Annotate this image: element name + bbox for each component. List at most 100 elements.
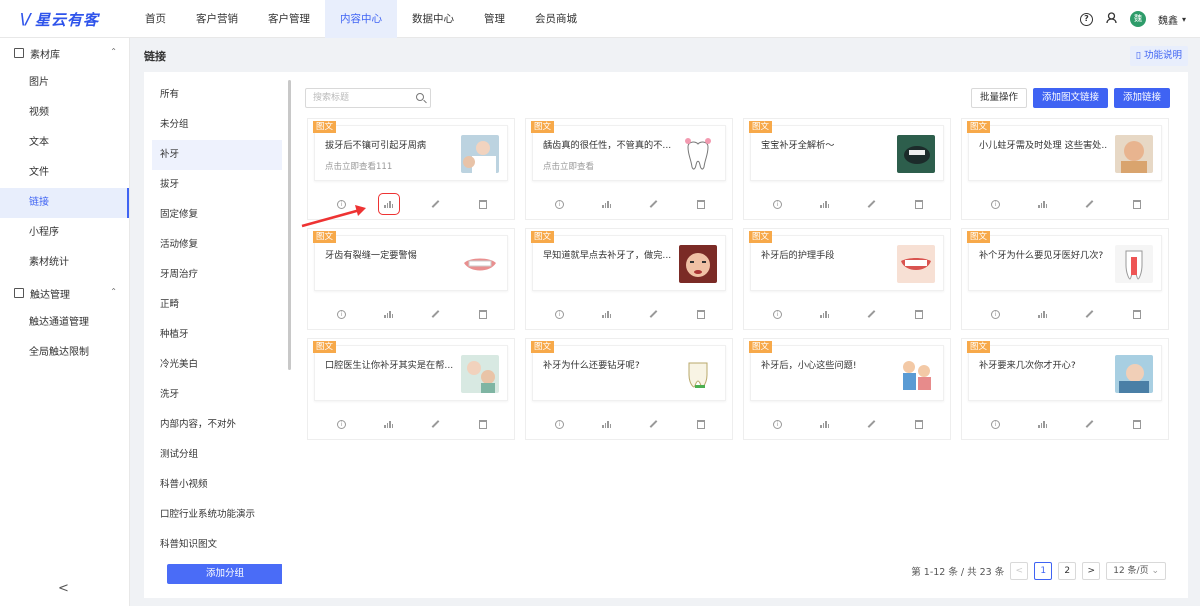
edit-icon[interactable] bbox=[429, 197, 443, 211]
category-item[interactable]: 拔牙 bbox=[152, 170, 282, 200]
stats-icon[interactable] bbox=[818, 197, 832, 211]
add-group-button[interactable]: 添加分组 bbox=[167, 564, 282, 584]
nav-content-center[interactable]: 内容中心 bbox=[325, 0, 397, 38]
edit-icon[interactable] bbox=[865, 197, 879, 211]
edit-icon[interactable] bbox=[865, 307, 879, 321]
edit-icon[interactable] bbox=[647, 197, 661, 211]
stats-icon[interactable] bbox=[600, 197, 614, 211]
category-item[interactable]: 洗牙 bbox=[152, 380, 282, 410]
info-icon[interactable]: i bbox=[335, 307, 349, 321]
category-scrollbar[interactable] bbox=[288, 80, 291, 370]
delete-icon[interactable] bbox=[912, 197, 926, 211]
delete-icon[interactable] bbox=[694, 417, 708, 431]
delete-icon[interactable] bbox=[694, 307, 708, 321]
add-link-button[interactable]: 添加链接 bbox=[1113, 88, 1170, 108]
edit-icon[interactable] bbox=[1083, 197, 1097, 211]
sidebar-item-material-stats[interactable]: 素材统计 bbox=[0, 248, 129, 278]
card-content[interactable]: 补个牙为什么要见牙医好几次? bbox=[968, 235, 1162, 291]
edit-icon[interactable] bbox=[429, 417, 443, 431]
category-item[interactable]: 所有 bbox=[152, 80, 282, 110]
category-item[interactable]: 补牙 bbox=[152, 140, 282, 170]
link-card[interactable]: 宝宝补牙全解析～ 图文 i bbox=[743, 118, 951, 220]
delete-icon[interactable] bbox=[476, 417, 490, 431]
category-item[interactable]: 科普知识图文 bbox=[152, 530, 282, 560]
delete-icon[interactable] bbox=[1130, 417, 1144, 431]
add-article-link-button[interactable]: 添加图文链接 bbox=[1032, 88, 1108, 108]
card-content[interactable]: 补牙要来几次你才开心? bbox=[968, 345, 1162, 401]
category-item[interactable]: 未分组 bbox=[152, 110, 282, 140]
link-card[interactable]: 龋齿真的很任性，不管真的不... 点击立即查看 图文 i bbox=[525, 118, 733, 220]
collapse-sidebar-icon[interactable]: < bbox=[58, 581, 69, 596]
avatar[interactable]: 魏 bbox=[1129, 11, 1146, 27]
delete-icon[interactable] bbox=[912, 307, 926, 321]
sidebar-item-files[interactable]: 文件 bbox=[0, 158, 129, 188]
info-icon[interactable]: i bbox=[771, 197, 785, 211]
app-logo[interactable]: \/ 星云有客 bbox=[20, 9, 99, 29]
sidebar-item-reach-channels[interactable]: 触达通道管理 bbox=[0, 308, 129, 338]
category-item[interactable]: 牙周治疗 bbox=[152, 260, 282, 290]
nav-data-center[interactable]: 数据中心 bbox=[397, 0, 469, 38]
delete-icon[interactable] bbox=[694, 197, 708, 211]
info-icon[interactable]: i bbox=[553, 417, 567, 431]
card-content[interactable]: 龋齿真的很任性，不管真的不... 点击立即查看 bbox=[532, 125, 726, 181]
stats-icon[interactable] bbox=[1036, 197, 1050, 211]
search-input[interactable]: 搜索标题 bbox=[305, 88, 431, 108]
card-content[interactable]: 小儿蛀牙需及时处理 这些害处... bbox=[968, 125, 1162, 181]
sidebar-item-text[interactable]: 文本 bbox=[0, 128, 129, 158]
stats-icon[interactable] bbox=[818, 307, 832, 321]
link-card[interactable]: 补牙为什么还要钻牙呢? 图文 i bbox=[525, 338, 733, 440]
stats-icon[interactable] bbox=[1036, 307, 1050, 321]
link-card[interactable]: 小儿蛀牙需及时处理 这些害处... 图文 i bbox=[961, 118, 1169, 220]
prev-page-button[interactable]: < bbox=[1010, 562, 1029, 580]
card-content[interactable]: 口腔医生让你补牙其实是在帮... bbox=[314, 345, 508, 401]
category-item[interactable]: 科普小视频 bbox=[152, 470, 282, 500]
delete-icon[interactable] bbox=[1130, 307, 1144, 321]
info-icon[interactable]: i bbox=[989, 307, 1003, 321]
link-card[interactable]: 补牙后，小心这些问题! 图文 i bbox=[743, 338, 951, 440]
category-item[interactable]: 测试分组 bbox=[152, 440, 282, 470]
page-size-select[interactable]: 12 条/页 ⌄ bbox=[1106, 562, 1166, 580]
user-name[interactable]: 魏鑫 bbox=[1158, 12, 1178, 27]
card-content[interactable]: 补牙后的护理手段 bbox=[750, 235, 944, 291]
card-content[interactable]: 牙齿有裂缝一定要警惕 bbox=[314, 235, 508, 291]
stats-icon[interactable] bbox=[600, 307, 614, 321]
info-icon[interactable]: i bbox=[989, 417, 1003, 431]
support-icon[interactable] bbox=[1105, 11, 1118, 27]
edit-icon[interactable] bbox=[1083, 307, 1097, 321]
sidebar-item-mini-programs[interactable]: 小程序 bbox=[0, 218, 129, 248]
category-item[interactable]: 内部内容，不对外 bbox=[152, 410, 282, 440]
delete-icon[interactable] bbox=[476, 307, 490, 321]
nav-customer-marketing[interactable]: 客户营销 bbox=[181, 0, 253, 38]
stats-icon[interactable] bbox=[818, 417, 832, 431]
card-content[interactable]: 拔牙后不镶可引起牙周病 点击立即查看111 bbox=[314, 125, 508, 181]
edit-icon[interactable] bbox=[429, 307, 443, 321]
card-content[interactable]: 补牙为什么还要钻牙呢? bbox=[532, 345, 726, 401]
edit-icon[interactable] bbox=[1083, 417, 1097, 431]
stats-icon[interactable] bbox=[600, 417, 614, 431]
category-item[interactable]: 口腔行业系统功能演示 bbox=[152, 500, 282, 530]
sidebar-item-images[interactable]: 图片 bbox=[0, 68, 129, 98]
category-item[interactable]: 固定修复 bbox=[152, 200, 282, 230]
nav-customer-management[interactable]: 客户管理 bbox=[253, 0, 325, 38]
link-card[interactable]: 补牙后的护理手段 图文 i bbox=[743, 228, 951, 330]
link-card[interactable]: 牙齿有裂缝一定要警惕 图文 i bbox=[307, 228, 515, 330]
link-card[interactable]: 补个牙为什么要见牙医好几次? 图文 i bbox=[961, 228, 1169, 330]
category-item[interactable]: 正畸 bbox=[152, 290, 282, 320]
card-content[interactable]: 早知道就早点去补牙了，做完... bbox=[532, 235, 726, 291]
info-icon[interactable]: i bbox=[989, 197, 1003, 211]
stats-icon[interactable] bbox=[1036, 417, 1050, 431]
edit-icon[interactable] bbox=[647, 417, 661, 431]
stats-icon[interactable] bbox=[382, 417, 396, 431]
batch-operation-button[interactable]: 批量操作 bbox=[970, 88, 1027, 108]
category-item[interactable]: 种植牙 bbox=[152, 320, 282, 350]
page-1-button[interactable]: 1 bbox=[1034, 562, 1053, 580]
info-icon[interactable]: i bbox=[335, 417, 349, 431]
category-item[interactable]: 冷光美白 bbox=[152, 350, 282, 380]
sidebar-item-videos[interactable]: 视频 bbox=[0, 98, 129, 128]
chevron-down-icon[interactable]: ▾ bbox=[1182, 15, 1186, 24]
card-content[interactable]: 补牙后，小心这些问题! bbox=[750, 345, 944, 401]
sidebar-item-links[interactable]: 链接 bbox=[0, 188, 129, 218]
sidebar-group-reach-management[interactable]: 触达管理 ⌃ bbox=[0, 278, 129, 308]
info-icon[interactable]: i bbox=[553, 307, 567, 321]
link-card[interactable]: 早知道就早点去补牙了，做完... 图文 i bbox=[525, 228, 733, 330]
